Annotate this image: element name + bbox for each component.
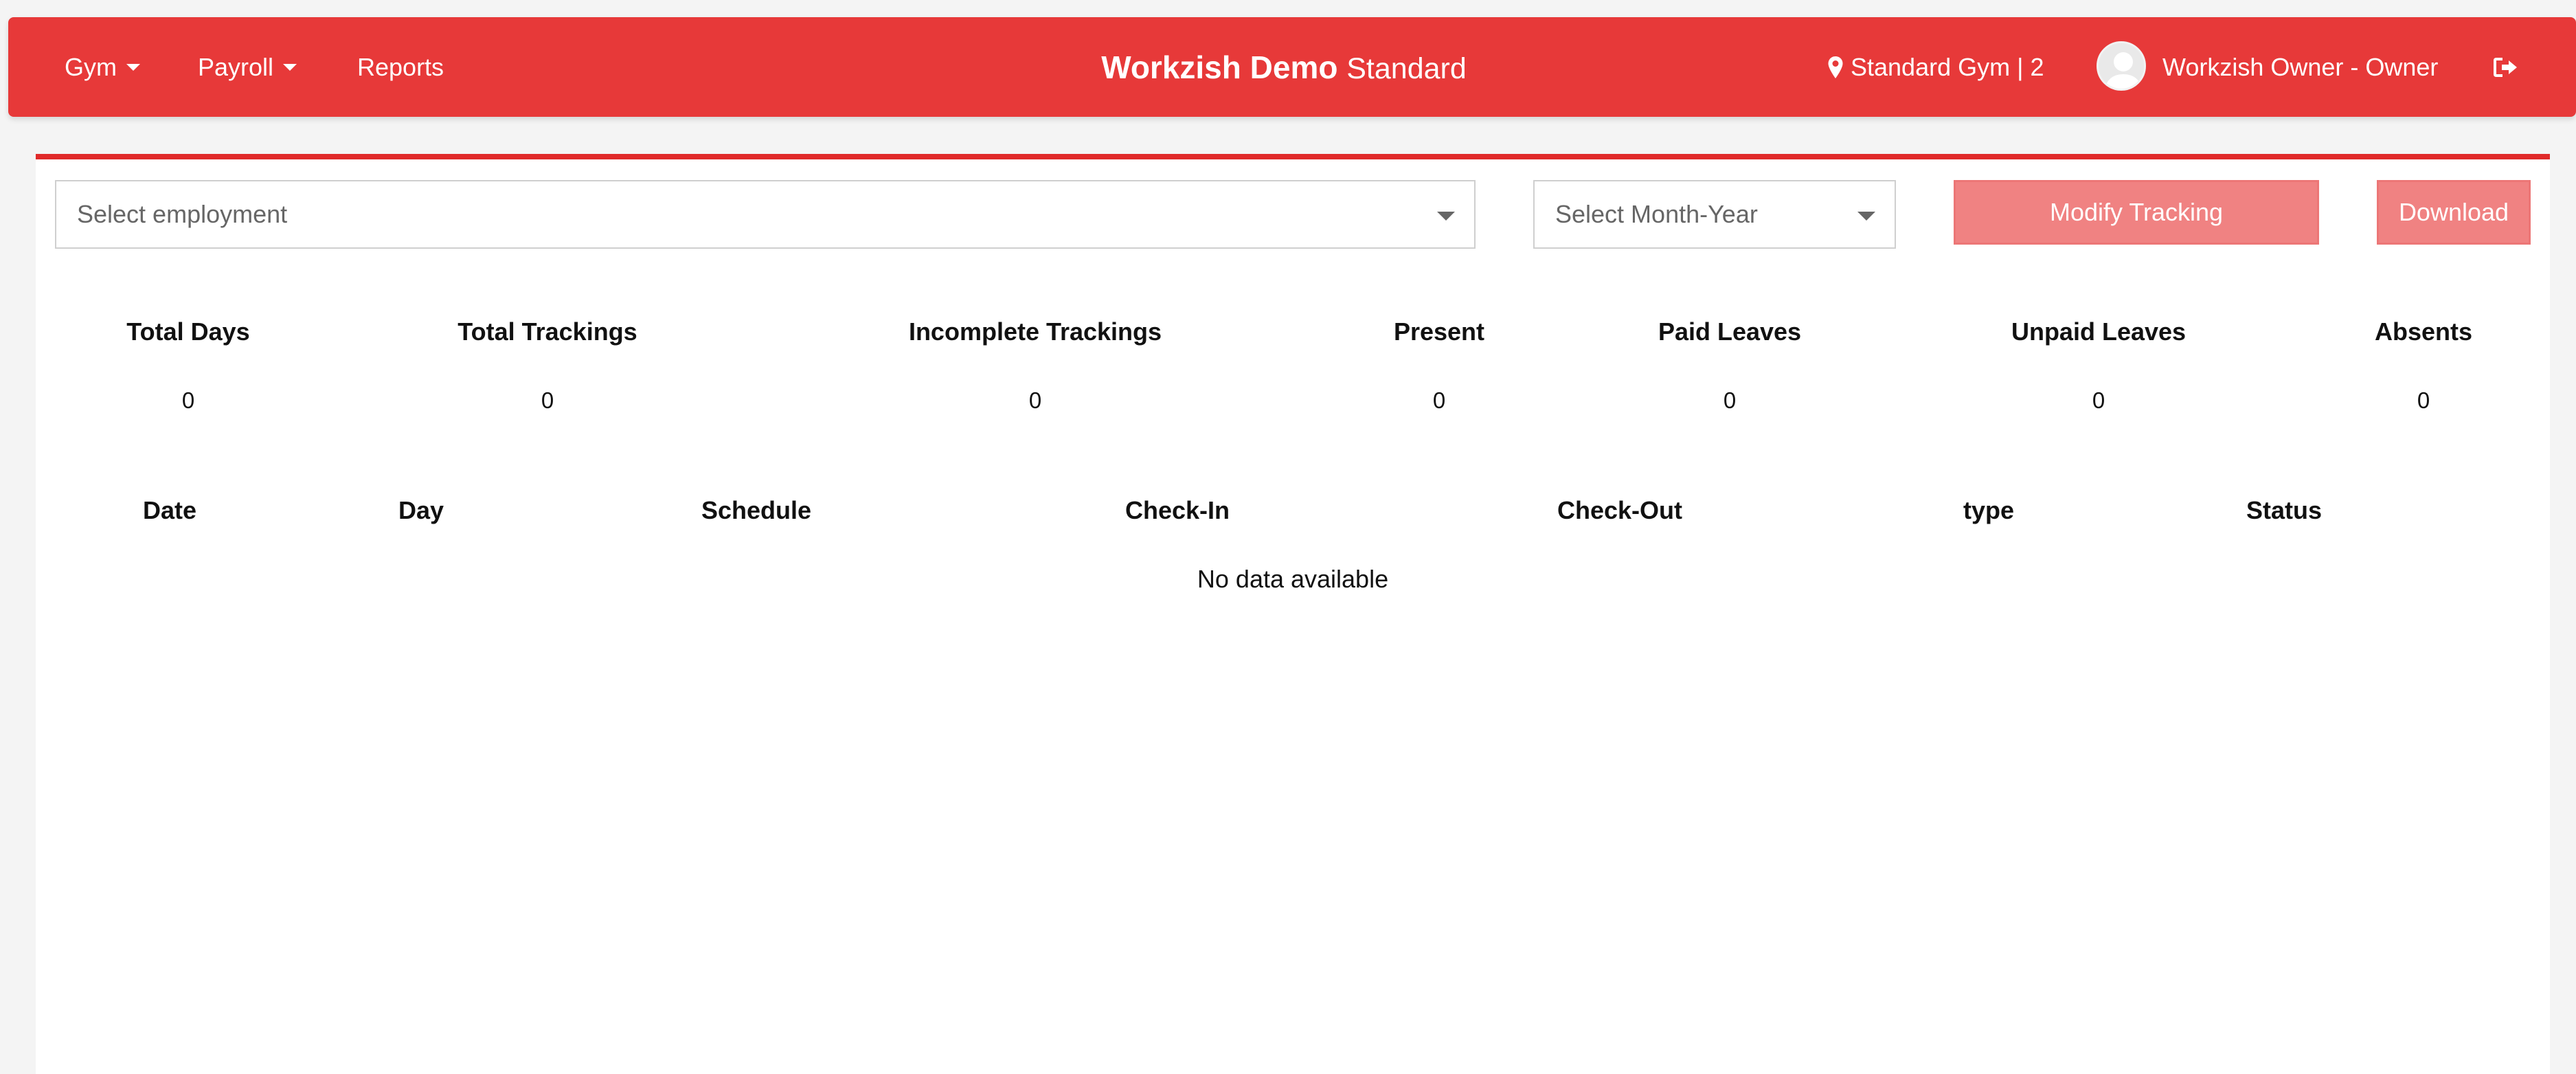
stat-total-days-value: 0 [181,388,195,413]
nav-reports-link[interactable]: Reports [357,17,444,117]
user-name: Workzish Owner - Owner [2162,52,2439,81]
download-button[interactable]: Download [2377,180,2531,245]
user-avatar[interactable] [2097,41,2146,91]
month-year-select[interactable]: Select Month-Year [1533,180,1896,249]
location-selector[interactable]: Standard Gym | 2 [1827,17,2044,117]
chevron-down-icon [126,63,140,71]
stat-paid-leaves-label: Paid Leaves [1658,317,1802,346]
nav-gym-menu[interactable]: Gym [65,17,140,117]
location-label: Standard Gym | 2 [1851,52,2044,81]
stat-unpaid-leaves-value: 0 [2092,388,2105,413]
stat-incomplete-trackings-label: Incomplete Trackings [908,317,1162,346]
modify-tracking-button[interactable]: Modify Tracking [1954,180,2319,245]
stat-total-trackings-value: 0 [541,388,554,413]
chevron-down-icon [283,63,297,71]
logout-button[interactable] [2494,17,2518,117]
dropdown-arrow-icon [1437,212,1455,221]
brand-name: Workzish Demo [1101,49,1338,85]
stat-incomplete-trackings-value: 0 [1028,388,1042,413]
employment-placeholder: Select employment [77,200,288,228]
employment-select[interactable]: Select employment [55,180,1476,249]
column-header-check-out[interactable]: Check-Out [1557,496,1682,525]
stat-present-label: Present [1393,317,1485,346]
stat-total-trackings-label: Total Trackings [457,317,637,346]
stat-present-value: 0 [1432,388,1446,413]
tracking-card [36,154,2550,1074]
dropdown-arrow-icon [1857,212,1875,221]
sign-out-icon [2494,57,2517,77]
column-header-check-in[interactable]: Check-In [1125,496,1230,525]
user-menu[interactable]: Workzish Owner - Owner [2162,17,2438,117]
empty-table-message: No data available [1197,565,1389,593]
column-header-type[interactable]: type [1963,496,2014,525]
column-header-status[interactable]: Status [2246,496,2322,525]
download-label: Download [2398,198,2509,226]
column-header-date[interactable]: Date [143,496,196,525]
nav-payroll-label: Payroll [198,52,274,81]
stat-paid-leaves-value: 0 [1723,388,1737,413]
nav-gym-label: Gym [65,52,117,81]
stat-absents-value: 0 [2417,388,2430,413]
nav-reports-label: Reports [357,52,444,81]
top-navbar: Gym Payroll Reports Workzish Demo Standa… [8,17,2576,117]
nav-payroll-menu[interactable]: Payroll [198,17,297,117]
modify-tracking-label: Modify Tracking [2049,198,2224,226]
map-marker-icon [1828,56,1843,78]
brand-plan: Standard [1346,52,1467,85]
column-header-schedule[interactable]: Schedule [701,496,811,525]
column-header-day[interactable]: Day [398,496,444,525]
stat-total-days-label: Total Days [126,317,250,346]
stat-absents-label: Absents [2374,317,2473,346]
user-icon [2105,52,2142,89]
stat-unpaid-leaves-label: Unpaid Leaves [2011,317,2187,346]
month-year-placeholder: Select Month-Year [1555,200,1758,228]
